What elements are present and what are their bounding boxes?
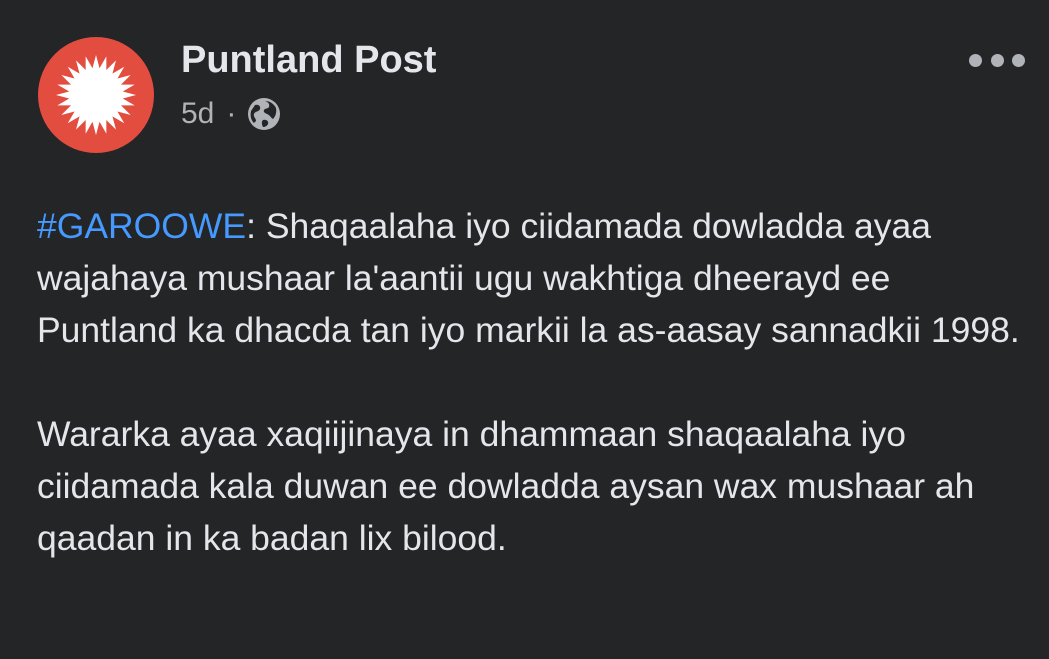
meta-separator: · <box>226 97 237 130</box>
post-paragraph-1: #GAROOWE: Shaqaalaha iyo ciidamada dowla… <box>37 200 1037 356</box>
more-options-button[interactable] <box>969 42 1025 78</box>
sunburst-logo-icon <box>56 55 136 135</box>
globe-icon[interactable] <box>246 96 282 132</box>
ellipsis-dot <box>990 53 1004 67</box>
page-avatar[interactable] <box>38 37 154 153</box>
post-body: #GAROOWE: Shaqaalaha iyo ciidamada dowla… <box>37 200 1037 564</box>
post-paragraph-2: Wararka ayaa xaqiijinaya in dhammaan sha… <box>37 408 1037 564</box>
hashtag-link[interactable]: #GAROOWE <box>37 206 246 246</box>
paragraph-text: Wararka ayaa xaqiijinaya in dhammaan sha… <box>37 414 975 558</box>
post-timestamp[interactable]: 5d <box>181 97 214 131</box>
page-name-link[interactable]: Puntland Post <box>181 38 436 82</box>
post-card: Puntland Post 5d · #GAROOWE: Shaqaalaha … <box>0 0 1049 659</box>
ellipsis-dot <box>1012 53 1025 67</box>
ellipsis-icon <box>969 53 982 67</box>
post-meta: 5d · <box>181 94 282 134</box>
